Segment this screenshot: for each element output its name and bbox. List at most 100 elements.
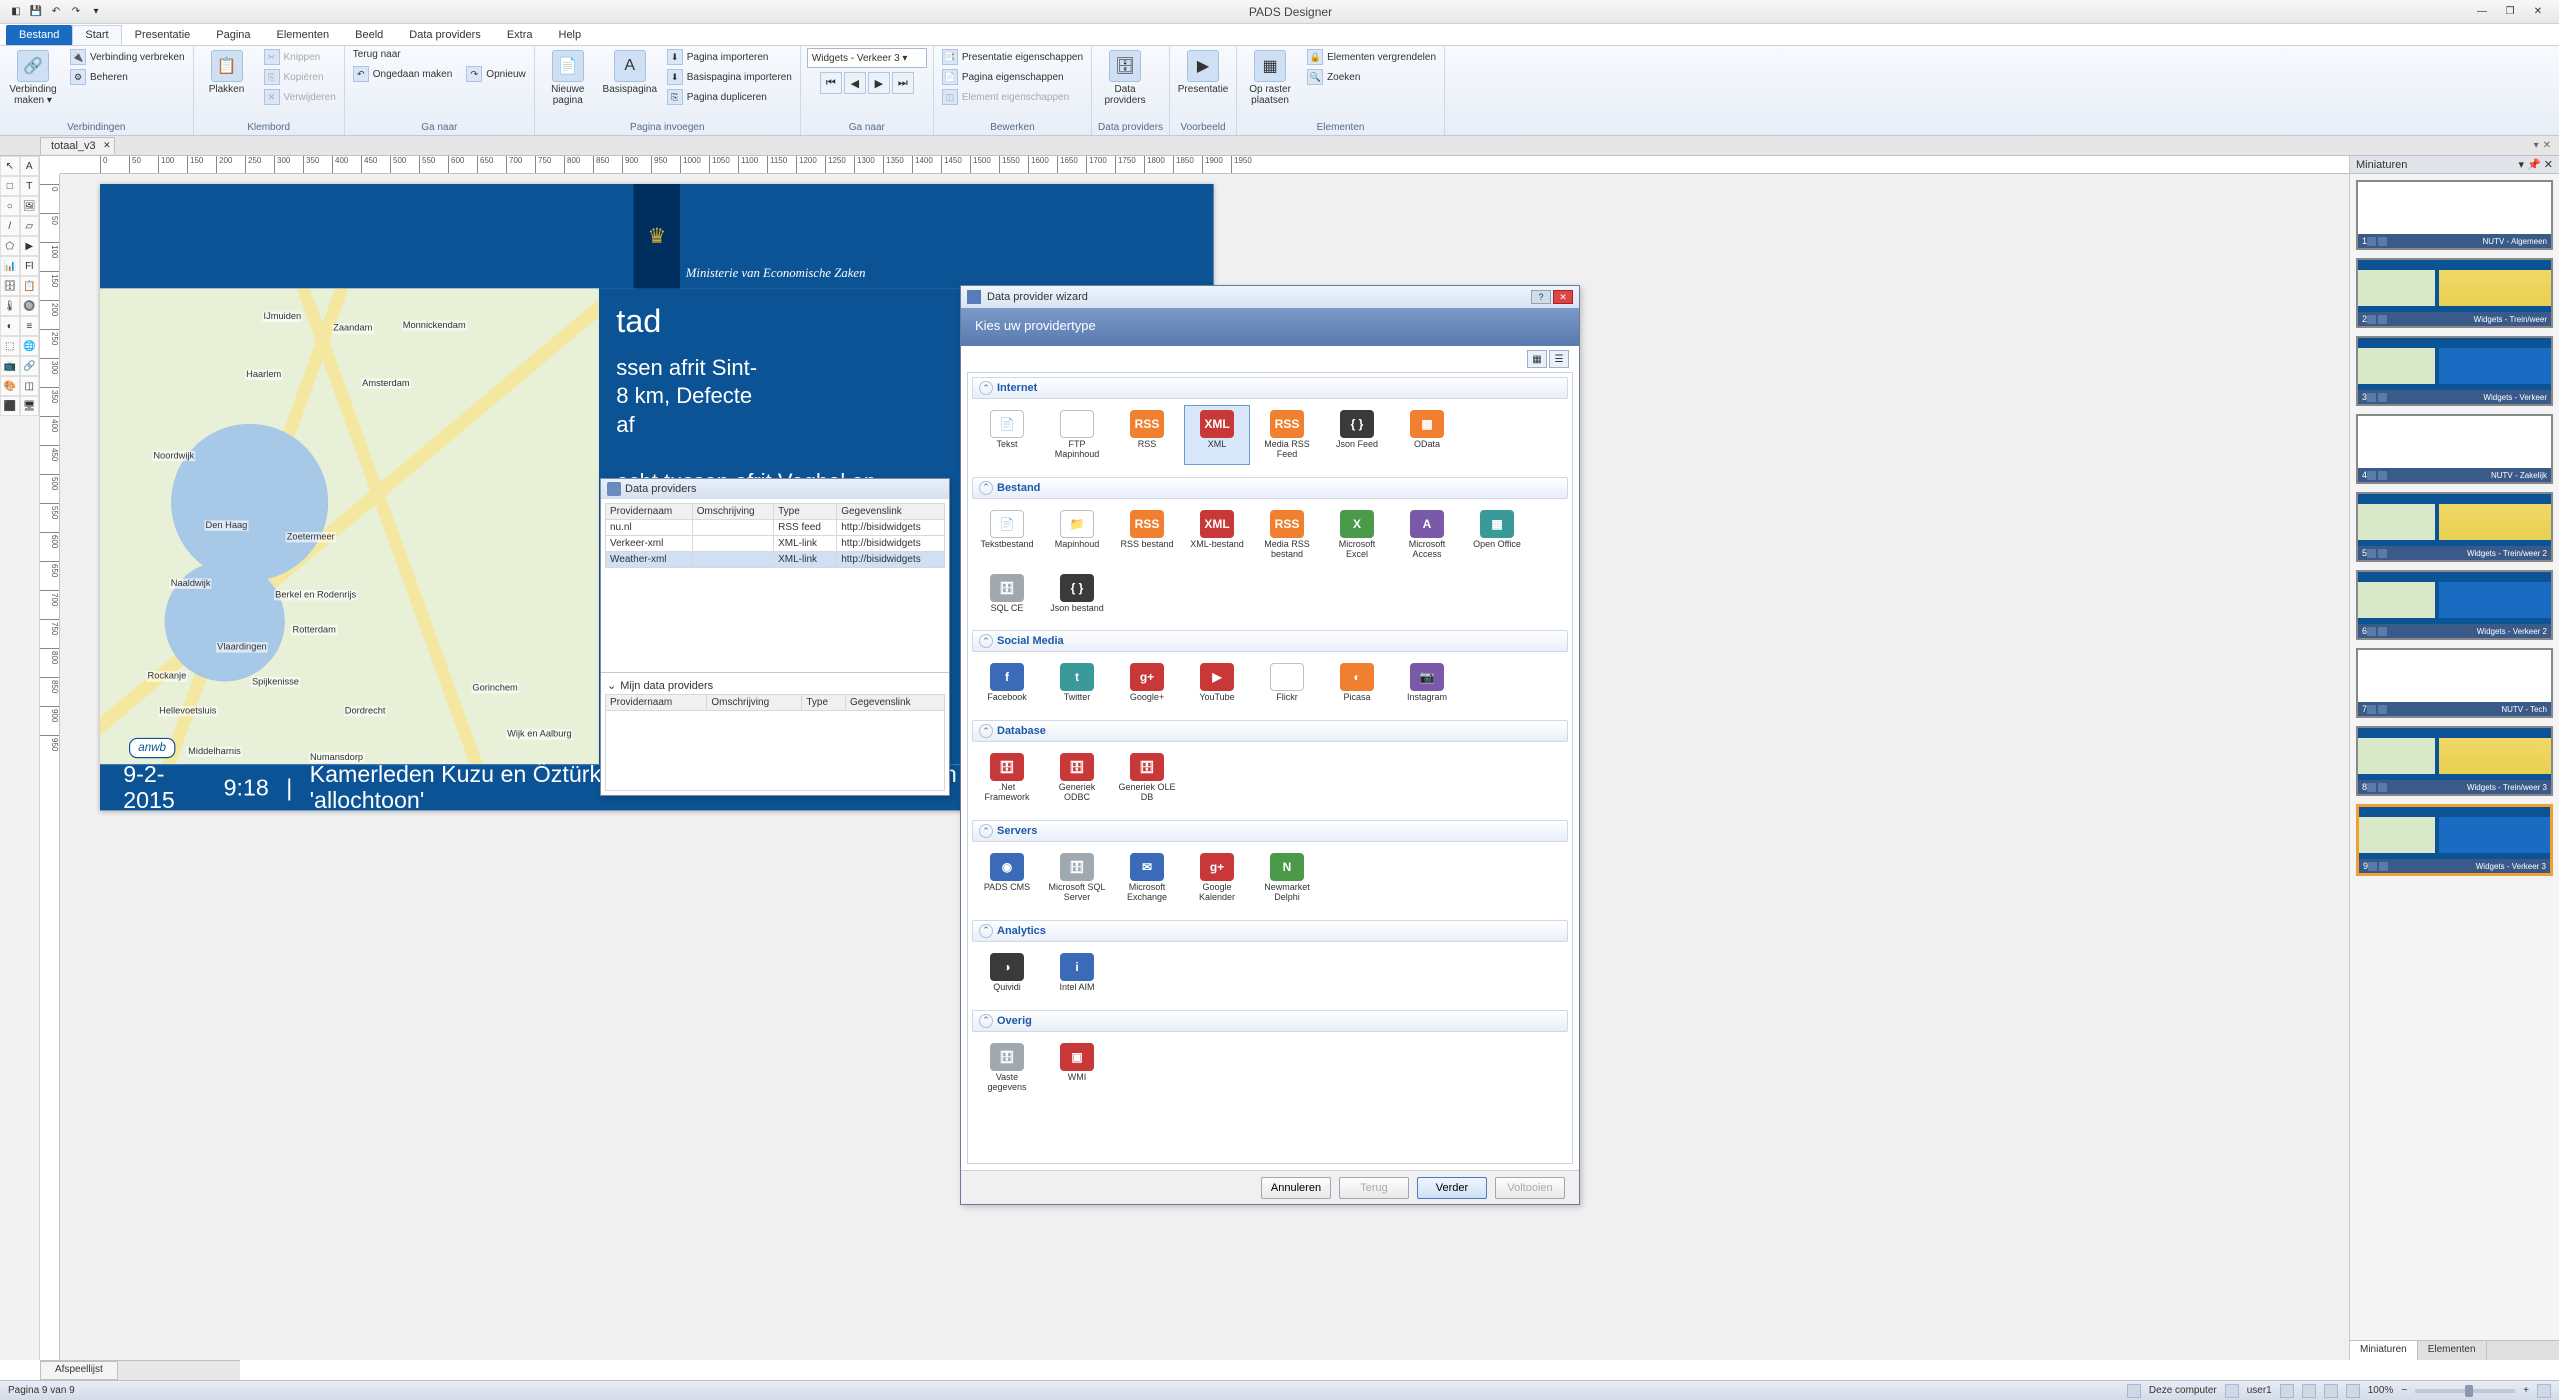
lock-elements-button[interactable]: 🔒Elementen vergrendelen: [1305, 48, 1438, 66]
provider-option[interactable]: XMicrosoft Excel: [1324, 505, 1390, 565]
tool-icon[interactable]: ▱: [20, 216, 40, 236]
cut-button[interactable]: ✂Knippen: [262, 48, 338, 66]
redo-button[interactable]: ↷Opnieuw: [464, 65, 527, 83]
thumbnail[interactable]: 9Widgets - Verkeer 3: [2356, 804, 2553, 876]
tool-icon[interactable]: 🔗: [20, 356, 40, 376]
provider-option[interactable]: RSSMedia RSS bestand: [1254, 505, 1320, 565]
tab-close-icon[interactable]: ✕: [2543, 140, 2551, 151]
tool-icon[interactable]: 📋: [20, 276, 40, 296]
nav-first-icon[interactable]: ⏮: [820, 72, 842, 94]
provider-option[interactable]: RSSRSS: [1114, 405, 1180, 465]
cancel-button[interactable]: Annuleren: [1261, 1177, 1331, 1199]
tab-dropdown-icon[interactable]: ▾: [2534, 140, 2539, 151]
preview-button[interactable]: ▶Presentatie: [1176, 48, 1230, 97]
qat-redo-icon[interactable]: ↷: [68, 4, 84, 20]
wizard-category-header[interactable]: ⌃Database: [972, 720, 1568, 742]
tab-data providers[interactable]: Data providers: [396, 25, 494, 45]
tab-elementen[interactable]: Elementen: [264, 25, 343, 45]
tab-pagina[interactable]: Pagina: [203, 25, 263, 45]
provider-option[interactable]: ▶YouTube: [1184, 658, 1250, 708]
tool-icon[interactable]: ○: [0, 196, 20, 216]
provider-option[interactable]: g+Google+: [1114, 658, 1180, 708]
thumbnail[interactable]: 2Widgets - Trein/weer: [2356, 258, 2553, 328]
tool-icon[interactable]: 🌡: [0, 296, 20, 316]
data-providers-panel[interactable]: Data providers ProvidernaamOmschrijvingT…: [600, 478, 950, 796]
import-page-button[interactable]: ⬇Pagina importeren: [665, 48, 794, 66]
copy-button[interactable]: ⎘Kopiëren: [262, 68, 338, 86]
status-icon[interactable]: [2324, 1384, 2338, 1398]
dp-panel-title[interactable]: Data providers: [601, 479, 949, 499]
provider-option[interactable]: NNewmarket Delphi: [1254, 848, 1320, 908]
tab-miniaturen[interactable]: Miniaturen: [2350, 1341, 2418, 1360]
nav-last-icon[interactable]: ⏭: [892, 72, 914, 94]
data-providers-button[interactable]: 🗄Data providers: [1098, 48, 1152, 108]
wizard-dialog[interactable]: Data provider wizard ? ✕ Kies uw provide…: [960, 285, 1580, 1205]
provider-option[interactable]: fFacebook: [974, 658, 1040, 708]
tab-extra[interactable]: Extra: [494, 25, 546, 45]
zoom-in-icon[interactable]: +: [2523, 1385, 2529, 1396]
tool-icon[interactable]: 🗄: [0, 276, 20, 296]
manage-button[interactable]: ⚙Beheren: [68, 68, 187, 86]
provider-option[interactable]: 🗄Generiek OLE DB: [1114, 748, 1180, 808]
wizard-titlebar[interactable]: Data provider wizard ? ✕: [961, 286, 1579, 308]
thumbs-list[interactable]: 1NUTV - Algemeen2Widgets - Trein/weer3Wi…: [2350, 174, 2559, 1340]
provider-option[interactable]: ▣WMI: [1044, 1038, 1110, 1098]
dp-section-toggle[interactable]: ⌄Mijn data providers: [605, 677, 945, 694]
thumbnail[interactable]: 5Widgets - Trein/weer 2: [2356, 492, 2553, 562]
tool-icon[interactable]: ⬛: [0, 396, 20, 416]
base-page-button[interactable]: ABasispagina: [603, 48, 657, 97]
tool-icon[interactable]: Fl: [20, 256, 40, 276]
tool-icon[interactable]: 📺: [0, 356, 20, 376]
disconnect-button[interactable]: 🔌Verbinding verbreken: [68, 48, 187, 66]
wizard-category-header[interactable]: ⌃Overig: [972, 1010, 1568, 1032]
provider-option[interactable]: ◑Quividi: [974, 948, 1040, 998]
wizard-category-header[interactable]: ⌃Internet: [972, 377, 1568, 399]
thumbnail[interactable]: 7NUTV - Tech: [2356, 648, 2553, 718]
provider-option[interactable]: ◐Picasa: [1324, 658, 1390, 708]
panel-pin-icon[interactable]: 📌: [2527, 158, 2541, 171]
provider-option[interactable]: 📁Mapinhoud: [1044, 505, 1110, 565]
page-props-button[interactable]: 📄Pagina eigenschappen: [940, 68, 1085, 86]
nav-next-icon[interactable]: ▶: [868, 72, 890, 94]
provider-option[interactable]: 📄Tekst: [974, 405, 1040, 465]
provider-option[interactable]: 🗄.Net Framework: [974, 748, 1040, 808]
delete-button[interactable]: ✕Verwijderen: [262, 88, 338, 106]
provider-option[interactable]: ●●Flickr: [1254, 658, 1320, 708]
tool-icon[interactable]: 🎨: [0, 376, 20, 396]
undo-button[interactable]: ↶Ongedaan maken: [351, 65, 455, 83]
tool-icon[interactable]: 🖼: [20, 196, 40, 216]
panel-close-icon[interactable]: ✕: [2544, 158, 2553, 171]
paste-button[interactable]: 📋Plakken: [200, 48, 254, 97]
pres-props-button[interactable]: 📑Presentatie eigenschappen: [940, 48, 1085, 66]
widget-combo[interactable]: Widgets - Verkeer 3 ▾: [807, 48, 927, 68]
tab-help[interactable]: Help: [546, 25, 595, 45]
provider-option[interactable]: { }Json Feed: [1324, 405, 1390, 465]
provider-option[interactable]: 🗄Generiek ODBC: [1044, 748, 1110, 808]
provider-option[interactable]: RSSMedia RSS Feed: [1254, 405, 1320, 465]
wizard-category-header[interactable]: ⌃Servers: [972, 820, 1568, 842]
tool-icon[interactable]: ≡: [20, 316, 40, 336]
status-icon[interactable]: [2346, 1384, 2360, 1398]
dp-row[interactable]: Verkeer-xmlXML-linkhttp://bisidwidgets: [606, 536, 945, 552]
close-button[interactable]: ✕: [2525, 4, 2551, 20]
minimize-button[interactable]: —: [2469, 4, 2495, 20]
playlist-tab[interactable]: Afspeellijst: [40, 1361, 118, 1380]
qat-undo-icon[interactable]: ↶: [48, 4, 64, 20]
provider-option[interactable]: { }Json bestand: [1044, 569, 1110, 619]
next-button[interactable]: Verder: [1417, 1177, 1487, 1199]
status-icon[interactable]: [2280, 1384, 2294, 1398]
tool-icon[interactable]: ↖: [0, 156, 20, 176]
wizard-category-header[interactable]: ⌃Analytics: [972, 920, 1568, 942]
elem-props-button[interactable]: ◫Element eigenschappen: [940, 88, 1085, 106]
thumbnail[interactable]: 3Widgets - Verkeer: [2356, 336, 2553, 406]
search-button[interactable]: 🔍Zoeken: [1305, 68, 1438, 86]
provider-option[interactable]: XMLXML: [1184, 405, 1250, 465]
thumbnail[interactable]: 8Widgets - Trein/weer 3: [2356, 726, 2553, 796]
qat-save-icon[interactable]: 💾: [28, 4, 44, 20]
provider-option[interactable]: 🗄Microsoft SQL Server: [1044, 848, 1110, 908]
tool-icon[interactable]: ◫: [20, 376, 40, 396]
new-page-button[interactable]: 📄Nieuwe pagina: [541, 48, 595, 108]
tool-icon[interactable]: 🔘: [20, 296, 40, 316]
thumbnail[interactable]: 4NUTV - Zakelijk: [2356, 414, 2553, 484]
tab-presentatie[interactable]: Presentatie: [122, 25, 204, 45]
